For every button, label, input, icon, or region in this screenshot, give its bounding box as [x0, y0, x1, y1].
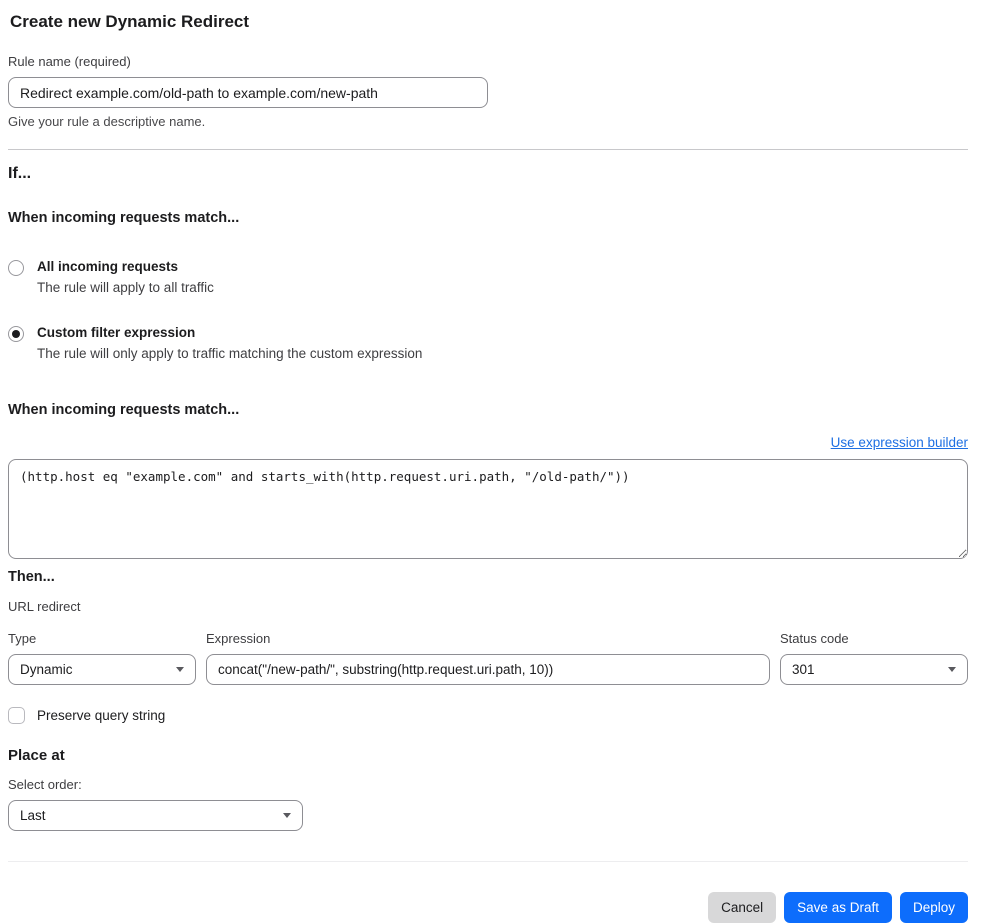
section-divider — [8, 149, 968, 150]
cancel-button[interactable]: Cancel — [708, 892, 777, 923]
radio-description: The rule will apply to all traffic — [37, 280, 214, 295]
expression-label: Expression — [206, 631, 271, 646]
preserve-query-label: Preserve query string — [37, 708, 166, 723]
radio-button[interactable] — [8, 260, 24, 276]
use-expression-builder-link[interactable]: Use expression builder — [831, 435, 968, 450]
status-code-label: Status code — [780, 631, 849, 646]
then-heading: Then... — [8, 569, 55, 585]
preserve-query-string-row[interactable]: Preserve query string — [8, 707, 968, 724]
option-all-incoming-requests[interactable]: All incoming requests The rule will appl… — [8, 259, 968, 295]
save-as-draft-button[interactable]: Save as Draft — [784, 892, 892, 923]
chevron-down-icon — [283, 813, 291, 818]
option-custom-filter-expression[interactable]: Custom filter expression The rule will o… — [8, 325, 968, 361]
place-at-heading: Place at — [8, 747, 65, 764]
radio-label: All incoming requests — [37, 259, 179, 274]
type-label: Type — [8, 631, 37, 646]
preserve-query-checkbox[interactable] — [8, 707, 25, 724]
rule-name-helper: Give your rule a descriptive name. — [8, 114, 206, 129]
radio-label: Custom filter expression — [37, 325, 196, 340]
if-heading: If... — [8, 165, 32, 182]
radio-button[interactable] — [8, 326, 24, 342]
radio-description: The rule will only apply to traffic matc… — [37, 346, 423, 361]
page-title: Create new Dynamic Redirect — [10, 12, 250, 31]
url-redirect-label: URL redirect — [8, 599, 81, 614]
type-select[interactable]: Dynamic — [8, 654, 196, 685]
footer-divider — [8, 861, 968, 862]
rule-name-input[interactable] — [8, 77, 488, 108]
status-code-select[interactable]: 301 — [780, 654, 968, 685]
redirect-expression-input[interactable] — [206, 654, 770, 685]
create-redirect-form: Create new Dynamic Redirect Rule name (r… — [0, 0, 1000, 923]
order-select[interactable]: Last — [8, 800, 303, 831]
type-select-value: Dynamic — [20, 662, 73, 677]
deploy-button[interactable]: Deploy — [899, 892, 968, 923]
order-select-value: Last — [20, 808, 46, 823]
status-code-select-value: 301 — [792, 662, 815, 677]
custom-match-heading: When incoming requests match... — [8, 402, 240, 418]
chevron-down-icon — [948, 667, 956, 672]
rule-name-label: Rule name (required) — [8, 54, 131, 69]
filter-expression-textarea[interactable]: (http.host eq "example.com" and starts_w… — [8, 459, 968, 559]
select-order-label: Select order: — [8, 777, 82, 792]
chevron-down-icon — [176, 667, 184, 672]
match-heading: When incoming requests match... — [8, 210, 240, 226]
